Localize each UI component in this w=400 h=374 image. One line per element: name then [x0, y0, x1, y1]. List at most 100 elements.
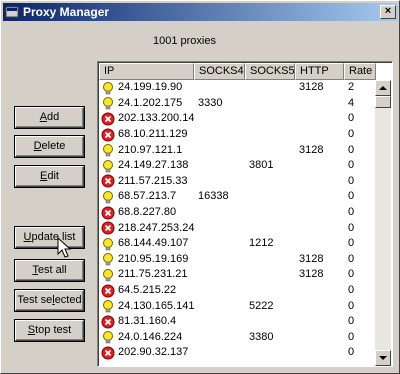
- cell-socks5: 3801: [249, 159, 274, 172]
- lightbulb-icon: [101, 252, 115, 266]
- table-row[interactable]: 210.95.19.169 3128 0: [99, 252, 376, 268]
- table-row[interactable]: 202.90.32.137 0: [99, 345, 376, 361]
- list-rows: 24.199.19.90 3128 2 24.1.202.175 3330 4 202.13…: [99, 80, 376, 361]
- cell-rate: 0: [348, 221, 355, 234]
- cell-ip: 68.144.49.107: [99, 236, 194, 251]
- error-x-icon: [101, 128, 115, 142]
- list-header: IP SOCKS4 SOCKS5 HTTP Rate: [99, 63, 376, 80]
- cell-socks5: 5222: [249, 299, 274, 312]
- cell-ip: 211.57.215.33: [99, 174, 194, 189]
- proxy-list[interactable]: IP SOCKS4 SOCKS5 HTTP Rate 24.199.19.90 3…: [97, 61, 393, 367]
- scroll-thumb[interactable]: [375, 96, 391, 108]
- table-row[interactable]: 24.0.146.224 3380 0: [99, 330, 376, 346]
- edit-button[interactable]: Edit: [15, 166, 84, 187]
- proxy-count-label: 1001 proxies: [153, 35, 216, 47]
- cell-ip: 68.57.213.7: [99, 189, 194, 204]
- lightbulb-icon: [101, 268, 115, 282]
- cell-rate: 0: [348, 299, 355, 312]
- scroll-down-button[interactable]: [375, 350, 391, 366]
- table-row[interactable]: 81.31.160.4 0: [99, 314, 376, 330]
- column-header-socks5[interactable]: SOCKS5: [245, 63, 295, 80]
- cell-rate: 0: [348, 112, 355, 125]
- cell-socks5: 1212: [249, 237, 274, 250]
- arrow-down-icon: [379, 356, 387, 360]
- proxy-manager-window: Proxy Manager × 1001 proxies Add Delete …: [0, 0, 400, 374]
- cell-socks5: 3380: [249, 330, 274, 343]
- close-button[interactable]: ×: [380, 5, 396, 19]
- cell-ip: 202.133.200.146: [99, 111, 194, 126]
- cell-ip: 24.1.202.175: [99, 96, 194, 111]
- lightbulb-icon: [101, 143, 115, 157]
- cell-ip: 24.199.19.90: [99, 80, 194, 95]
- table-row[interactable]: 24.1.202.175 3330 4: [99, 96, 376, 112]
- mouse-cursor-icon: [57, 237, 72, 258]
- app-icon: [5, 6, 19, 18]
- table-row[interactable]: 68.10.211.129 0: [99, 127, 376, 143]
- close-icon: ×: [384, 5, 392, 17]
- lightbulb-icon: [101, 237, 115, 251]
- delete-button[interactable]: Delete: [15, 136, 84, 157]
- cell-socks4: 16338: [198, 190, 229, 203]
- column-header-socks4[interactable]: SOCKS4: [194, 63, 245, 80]
- cell-ip: 210.95.19.169: [99, 252, 194, 267]
- cell-rate: 0: [348, 284, 355, 297]
- error-x-icon: [101, 112, 115, 126]
- cell-http: 3128: [299, 81, 324, 94]
- cell-ip: 211.75.231.21: [99, 267, 194, 282]
- lightbulb-icon: [101, 96, 115, 110]
- lightbulb-icon: [101, 190, 115, 204]
- update-list-button[interactable]: Update list: [15, 227, 84, 248]
- stop-test-button[interactable]: Stop test: [15, 320, 84, 341]
- cell-rate: 0: [348, 252, 355, 265]
- error-x-icon: [101, 174, 115, 188]
- cell-http: 3128: [299, 268, 324, 281]
- cell-rate: 0: [348, 315, 355, 328]
- error-x-icon: [101, 206, 115, 220]
- cell-ip: 24.0.146.224: [99, 330, 194, 345]
- cell-rate: 0: [348, 128, 355, 141]
- cell-ip: 68.8.227.80: [99, 205, 194, 220]
- table-row[interactable]: 211.75.231.21 3128 0: [99, 267, 376, 283]
- cell-rate: 0: [348, 346, 355, 359]
- cell-socks4: 3330: [198, 96, 223, 109]
- add-button[interactable]: Add: [15, 107, 84, 128]
- table-row[interactable]: 68.57.213.7 16338 0: [99, 189, 376, 205]
- column-header-ip[interactable]: IP: [99, 63, 194, 80]
- vertical-scrollbar[interactable]: [375, 80, 391, 366]
- cell-rate: 0: [348, 237, 355, 250]
- error-x-icon: [101, 315, 115, 329]
- cell-ip: 24.149.27.138: [99, 158, 194, 173]
- table-row[interactable]: 68.8.227.80 0: [99, 205, 376, 221]
- cell-rate: 0: [348, 190, 355, 203]
- table-row[interactable]: 64.5.215.22 0: [99, 283, 376, 299]
- lightbulb-icon: [101, 81, 115, 95]
- cell-ip: 68.10.211.129: [99, 127, 194, 142]
- cell-rate: 0: [348, 159, 355, 172]
- table-row[interactable]: 24.149.27.138 3801 0: [99, 158, 376, 174]
- scroll-up-button[interactable]: [375, 80, 391, 96]
- cell-ip: 81.31.160.4: [99, 314, 194, 329]
- table-row[interactable]: 68.144.49.107 1212 0: [99, 236, 376, 252]
- table-row[interactable]: 202.133.200.146 0: [99, 111, 376, 127]
- test-selected-button[interactable]: Test selected: [15, 290, 84, 311]
- cell-rate: 4: [348, 96, 355, 109]
- table-row[interactable]: 24.130.165.141 5222 0: [99, 298, 376, 314]
- table-row[interactable]: 211.57.215.33 0: [99, 174, 376, 190]
- cell-rate: 0: [348, 268, 355, 281]
- column-header-rate[interactable]: Rate: [344, 63, 376, 80]
- title-bar[interactable]: Proxy Manager ×: [3, 3, 398, 21]
- table-row[interactable]: 24.199.19.90 3128 2: [99, 80, 376, 96]
- column-header-http[interactable]: HTTP: [295, 63, 344, 80]
- table-row[interactable]: 218.247.253.246 0: [99, 220, 376, 236]
- window-title: Proxy Manager: [23, 5, 110, 19]
- cell-ip: 218.247.253.246: [99, 221, 194, 236]
- error-x-icon: [101, 346, 115, 360]
- cell-rate: 0: [348, 143, 355, 156]
- lightbulb-icon: [101, 299, 115, 313]
- cell-ip: 24.130.165.141: [99, 299, 194, 314]
- error-x-icon: [101, 284, 115, 298]
- test-all-button[interactable]: Test all: [15, 260, 84, 281]
- arrow-up-icon: [379, 86, 387, 90]
- cell-ip: 64.5.215.22: [99, 283, 194, 298]
- table-row[interactable]: 210.97.121.1 3128 0: [99, 142, 376, 158]
